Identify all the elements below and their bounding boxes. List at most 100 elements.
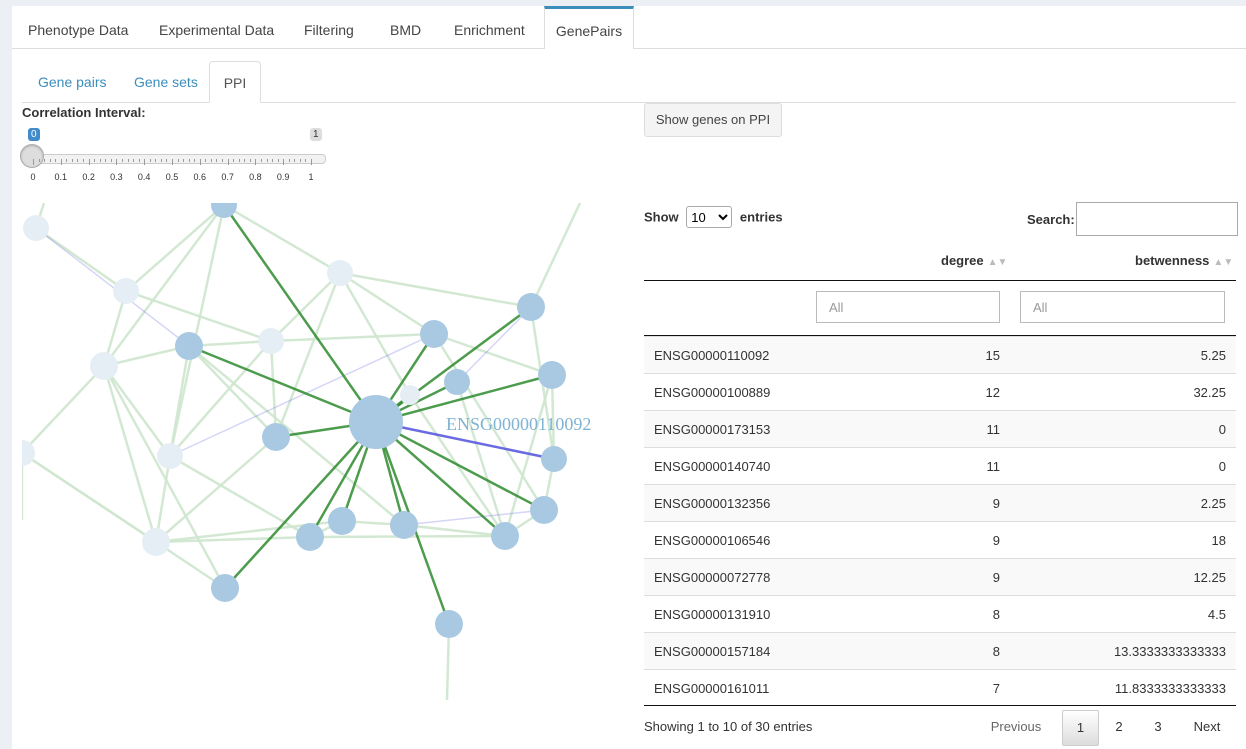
network-node[interactable] — [444, 369, 470, 395]
slider-tick — [44, 159, 46, 162]
tab-enrichment[interactable]: Enrichment — [454, 6, 525, 48]
network-node[interactable] — [211, 574, 239, 602]
table-row[interactable]: ENSG00000132356 9 2.25 — [644, 484, 1236, 522]
network-edge — [22, 451, 157, 544]
betwenness-filter-input[interactable]: All — [1020, 291, 1225, 323]
show-genes-on-ppi-button[interactable]: Show genes on PPI — [644, 103, 782, 137]
degree-filter-input[interactable]: All — [816, 291, 1000, 323]
tab-bmd[interactable]: BMD — [390, 6, 421, 48]
table-row[interactable]: ENSG00000140740 11 0 — [644, 447, 1236, 485]
network-node[interactable] — [530, 496, 558, 524]
search-input[interactable] — [1076, 202, 1238, 236]
betwenness-cell: 32.25 — [1193, 385, 1226, 400]
slider-tick — [294, 159, 296, 162]
network-node[interactable] — [400, 385, 420, 405]
header-divider — [644, 280, 1236, 281]
gene-id-cell: ENSG00000132356 — [654, 496, 771, 511]
network-edge-strong — [222, 204, 378, 423]
tab-genepairs[interactable]: GenePairs — [544, 6, 634, 49]
table-row[interactable]: ENSG00000106546 9 18 — [644, 521, 1236, 559]
network-node[interactable] — [491, 522, 519, 550]
column-header-degree[interactable]: degree ▲▼ — [941, 253, 1007, 268]
entries-select[interactable]: 10 — [686, 206, 733, 228]
network-node[interactable] — [157, 443, 183, 469]
network-node[interactable] — [175, 332, 203, 360]
ppi-network-graph[interactable]: ENSG00000110092 — [22, 203, 622, 703]
entries-label: entries — [739, 209, 783, 225]
slider-tick — [311, 159, 312, 165]
network-node[interactable] — [22, 440, 35, 466]
subtab-gene-sets[interactable]: Gene sets — [134, 61, 198, 101]
network-node[interactable] — [541, 446, 567, 472]
table-row[interactable]: ENSG00000161011 7 11.8333333333333 — [644, 669, 1236, 707]
degree-cell: 11 — [986, 422, 1001, 437]
network-node[interactable] — [296, 523, 324, 551]
pagination-previous[interactable]: Previous — [986, 710, 1046, 744]
table-row[interactable]: ENSG00000157184 8 13.3333333333333 — [644, 632, 1236, 670]
gene-id-cell: ENSG00000106546 — [654, 533, 771, 548]
network-node[interactable] — [390, 511, 418, 539]
network-node[interactable] — [258, 328, 284, 354]
network-node[interactable] — [349, 395, 403, 449]
ppi-network-svg[interactable]: ENSG00000110092 — [22, 203, 622, 703]
slider-tick — [94, 159, 96, 162]
slider-tick — [60, 159, 62, 165]
network-edge — [455, 381, 507, 537]
pagination-page-1[interactable]: 1 — [1062, 710, 1099, 746]
betwenness-cell: 5.25 — [1200, 348, 1226, 363]
network-node[interactable] — [328, 507, 356, 535]
network-edge — [188, 345, 277, 438]
gene-id-cell: ENSG00000140740 — [654, 459, 771, 474]
table-row[interactable]: ENSG00000072778 9 12.25 — [644, 558, 1236, 596]
slider-tick-label: 0.5 — [165, 172, 179, 182]
slider-tick — [110, 159, 112, 162]
pagination-page-2[interactable]: 2 — [1104, 710, 1134, 744]
tab-phenotype-data[interactable]: Phenotype Data — [28, 6, 128, 48]
slider-tick-label: 0 — [30, 172, 36, 182]
slider-tick — [116, 159, 118, 165]
slider-tick — [216, 159, 218, 162]
sort-icon: ▲▼ — [1213, 257, 1234, 268]
table-row[interactable]: ENSG00000100889 12 32.25 — [644, 373, 1236, 411]
slider-tick — [272, 159, 274, 162]
subtab-gene-pairs[interactable]: Gene pairs — [38, 61, 106, 101]
network-edge — [269, 340, 278, 438]
network-node[interactable] — [262, 423, 290, 451]
network-edge-blue — [35, 227, 190, 347]
slider-tick — [105, 159, 107, 162]
network-node[interactable] — [327, 260, 353, 286]
network-node[interactable] — [420, 320, 448, 348]
slider-tick — [83, 159, 85, 162]
degree-cell: 8 — [992, 607, 1000, 622]
network-node[interactable] — [113, 278, 139, 304]
main-panel: Phenotype Data Experimental Data Filteri… — [12, 6, 1246, 749]
table-row[interactable]: ENSG00000173153 11 0 — [644, 410, 1236, 448]
network-node[interactable] — [435, 610, 463, 638]
slider-tick — [255, 159, 257, 165]
table-row[interactable]: ENSG00000110092 15 5.25 — [644, 336, 1236, 374]
pagination-page-3[interactable]: 3 — [1143, 710, 1173, 744]
degree-cell: 11 — [986, 459, 1001, 474]
column-header-betwenness[interactable]: betwenness ▲▼ — [1135, 253, 1233, 268]
tab-experimental-data[interactable]: Experimental Data — [159, 6, 274, 48]
network-edge — [339, 271, 532, 309]
network-edge — [338, 272, 412, 396]
table-bottom-divider — [644, 705, 1236, 706]
network-edge — [529, 203, 582, 308]
degree-cell: 9 — [992, 533, 1000, 548]
slider-tick-label: 0.1 — [54, 172, 68, 182]
gene-id-cell: ENSG00000100889 — [654, 385, 771, 400]
network-node[interactable] — [23, 215, 49, 241]
slider-tick — [127, 159, 129, 162]
table-row[interactable]: ENSG00000131910 8 4.5 — [644, 595, 1236, 633]
slider-tick — [183, 159, 185, 162]
pagination-next[interactable]: Next — [1186, 710, 1228, 744]
network-node[interactable] — [517, 293, 545, 321]
slider-tick — [33, 159, 34, 165]
gene-id-cell: ENSG00000173153 — [654, 422, 771, 437]
subtab-ppi[interactable]: PPI — [209, 61, 261, 103]
network-node[interactable] — [90, 352, 118, 380]
tab-filtering[interactable]: Filtering — [304, 6, 354, 48]
network-node[interactable] — [142, 528, 170, 556]
network-node[interactable] — [538, 361, 566, 389]
